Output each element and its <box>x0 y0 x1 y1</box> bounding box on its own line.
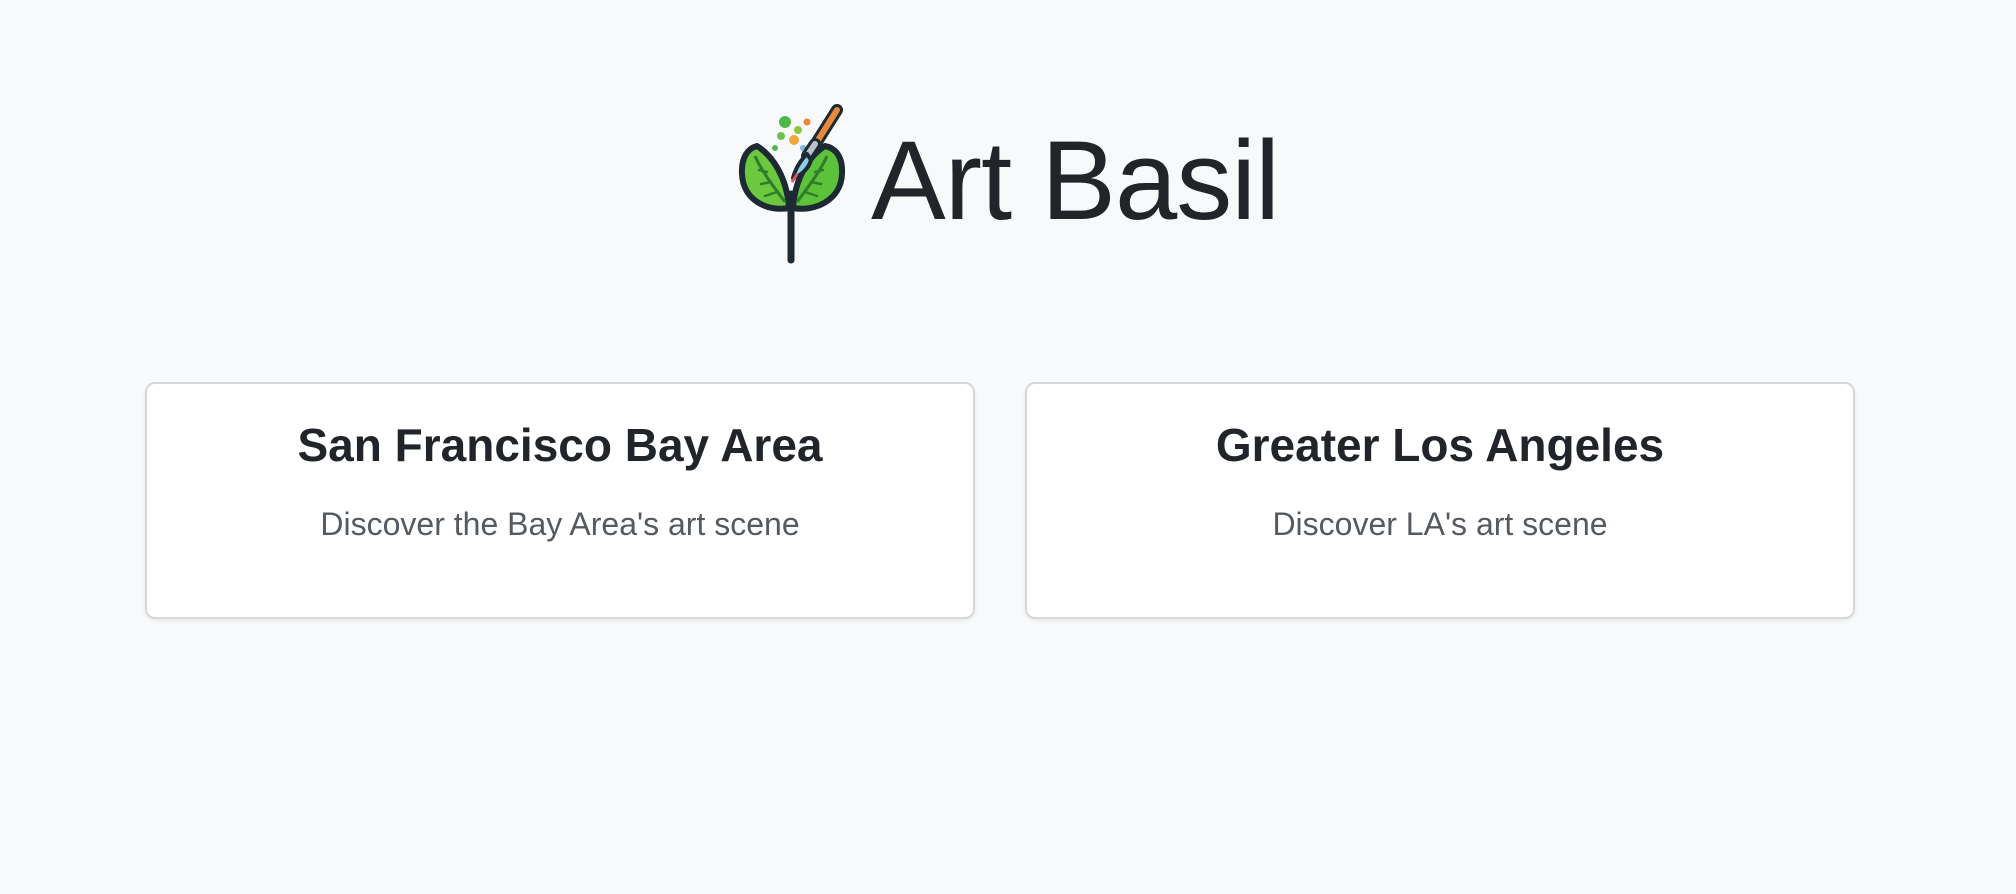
region-card-title: Greater Los Angeles <box>1215 419 1665 471</box>
page: Art Basil San Francisco Bay Area Discove… <box>0 0 2016 894</box>
region-card-sf-bay-area[interactable]: San Francisco Bay Area Discover the Bay … <box>145 382 975 619</box>
basil-leaf-paintbrush-icon <box>737 104 846 266</box>
brand-link[interactable]: Art Basil <box>737 96 1280 266</box>
region-card-title: San Francisco Bay Area <box>297 419 823 471</box>
region-card-description: Discover the Bay Area's art scene <box>320 506 800 543</box>
region-card-description: Discover LA's art scene <box>1272 506 1608 543</box>
region-cards: San Francisco Bay Area Discover the Bay … <box>145 382 1855 619</box>
header: Art Basil <box>0 96 2016 266</box>
region-card-greater-los-angeles[interactable]: Greater Los Angeles Discover LA's art sc… <box>1025 382 1855 619</box>
brand-name: Art Basil <box>871 118 1280 243</box>
